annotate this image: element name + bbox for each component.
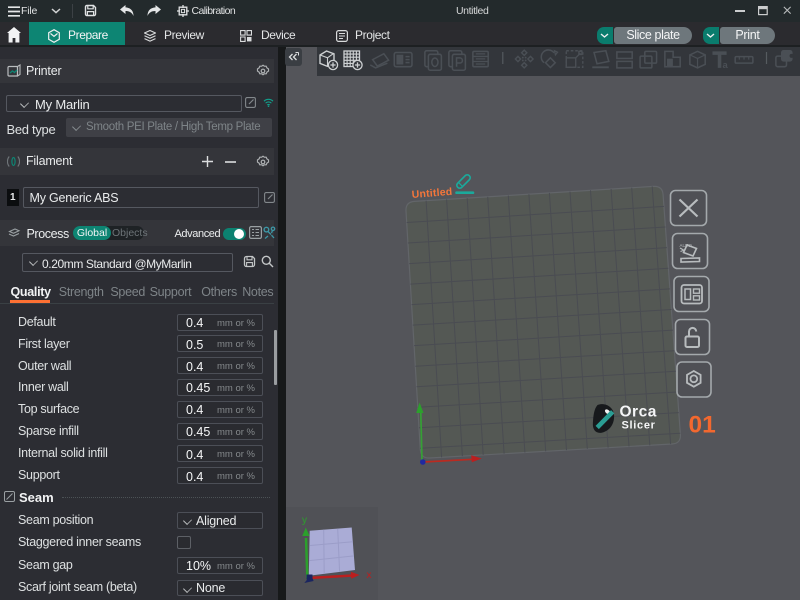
svg-text:Untitled: Untitled [411,186,453,201]
svg-text:AUTO: AUTO [680,243,693,248]
svg-text:y: y [302,515,307,526]
svg-text:01: 01 [689,412,716,439]
svg-text:x: x [367,570,372,581]
svg-text:Orca: Orca [620,404,657,421]
svg-text:Slicer: Slicer [622,420,656,432]
svg-text:a: a [722,60,728,71]
